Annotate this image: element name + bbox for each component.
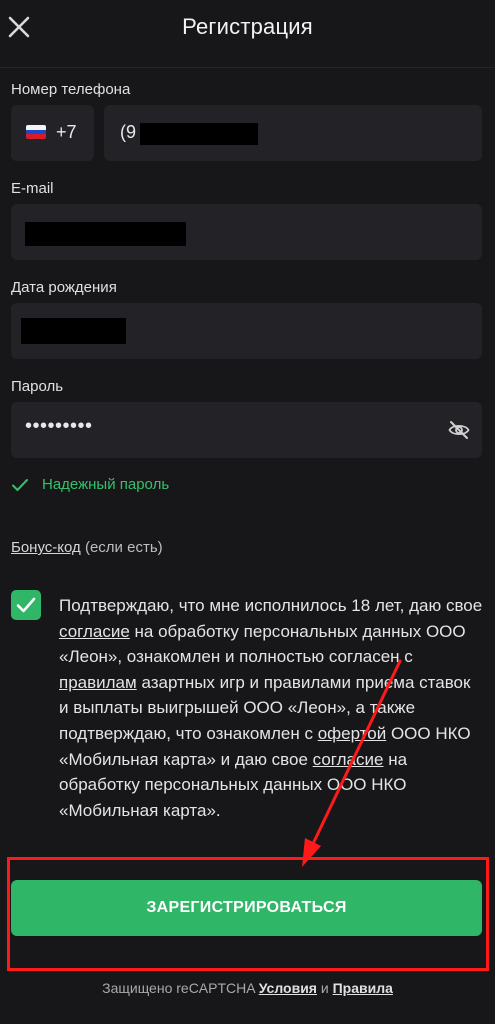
- terms-link[interactable]: Условия: [259, 980, 317, 996]
- register-button[interactable]: ЗАРЕГИСТРИРОВАТЬСЯ: [11, 880, 482, 936]
- consent-link[interactable]: согласие: [59, 622, 130, 641]
- recaptcha-footer: Защищено reCAPTCHA Условия и Правила: [0, 980, 495, 996]
- checkmark-icon: [16, 597, 36, 613]
- consent-link-nko[interactable]: согласие: [313, 750, 384, 769]
- russia-flag-icon: [26, 125, 46, 139]
- footer-and: и: [316, 980, 333, 996]
- rules-link[interactable]: правилам: [59, 673, 137, 692]
- header-divider: [0, 67, 495, 68]
- redaction-bar: [140, 123, 258, 145]
- phone-value: (9: [120, 122, 137, 142]
- offer-link[interactable]: офертой: [318, 724, 387, 743]
- country-code-selector[interactable]: +7: [11, 105, 94, 161]
- birthdate-input[interactable]: [11, 303, 482, 359]
- password-strength-text: Надежный пароль: [42, 476, 170, 493]
- consent-checkbox[interactable]: [11, 590, 41, 620]
- country-code: +7: [56, 122, 77, 142]
- phone-label: Номер телефона: [11, 81, 131, 98]
- consent-text: Подтверждаю, что мне исполнилось 18 лет,…: [59, 593, 484, 823]
- password-label: Пароль: [11, 378, 64, 395]
- header: Регистрация: [0, 0, 495, 56]
- password-input[interactable]: •••••••••: [11, 402, 482, 458]
- birthdate-label: Дата рождения: [11, 279, 117, 296]
- password-value: •••••••••: [25, 415, 93, 437]
- footer-prefix: Защищено reCAPTCHA: [102, 980, 259, 996]
- bonus-code-link[interactable]: Бонус-код: [11, 539, 81, 556]
- phone-input[interactable]: (9: [104, 105, 482, 161]
- bonus-code-suffix: (если есть): [84, 539, 163, 556]
- redaction-bar: [25, 222, 186, 246]
- check-icon: [12, 479, 28, 491]
- bonus-code: Бонус-код (если есть): [11, 539, 163, 556]
- email-input[interactable]: [11, 204, 482, 260]
- page-title: Регистрация: [182, 14, 313, 39]
- registration-screen: Регистрация Номер телефона +7 (9 E-mail …: [0, 0, 495, 1024]
- redaction-bar: [21, 318, 126, 344]
- privacy-rules-link[interactable]: Правила: [333, 980, 393, 996]
- consent-part: Подтверждаю, что мне исполнилось 18 лет,…: [59, 596, 483, 615]
- eye-off-icon[interactable]: [448, 420, 470, 440]
- email-label: E-mail: [11, 180, 54, 197]
